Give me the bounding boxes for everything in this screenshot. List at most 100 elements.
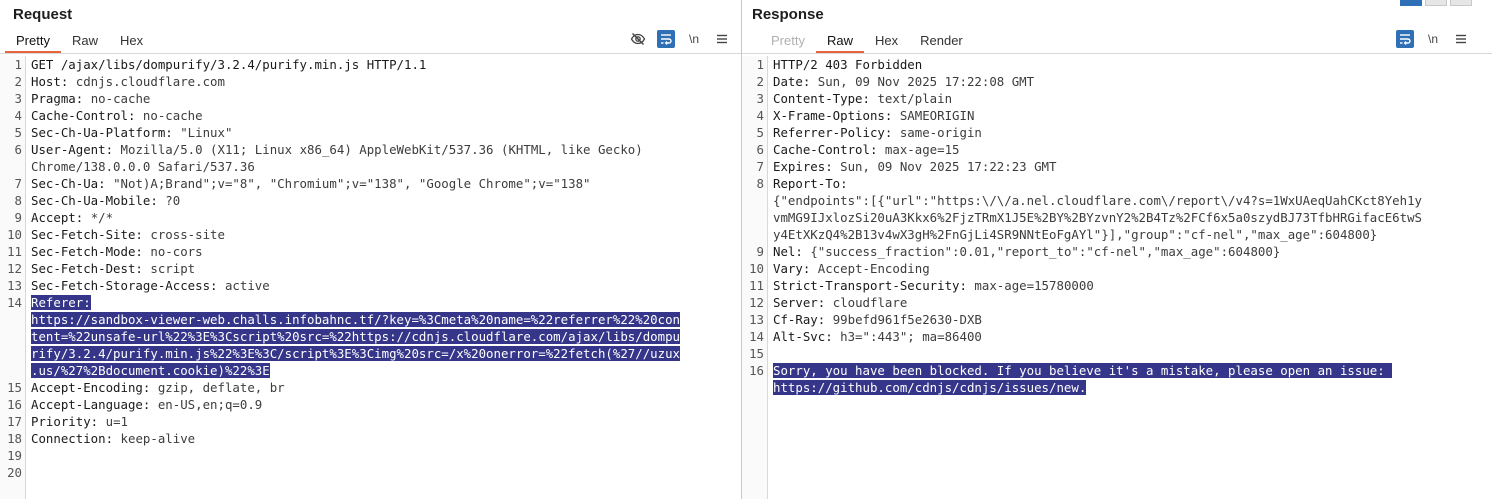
text-row: Host: cdnjs.cloudflare.com <box>31 73 735 90</box>
newline-toggle[interactable]: \n <box>1424 30 1442 48</box>
text-row: User-Agent: Mozilla/5.0 (X11; Linux x86_… <box>31 141 735 158</box>
editor-line[interactable]: 9 Nel: {"success_fraction":0.01,"report_t… <box>742 243 1492 260</box>
header-value: {"success_fraction":0.01,"report_to":"cf… <box>810 244 1281 259</box>
header-value: Accept-Encoding <box>817 261 930 276</box>
editor-line[interactable]: 14 Alt-Svc: h3=":443"; ma=86400 <box>742 328 1492 345</box>
line-content: Sec-Ch-Ua-Mobile: ?0 <box>26 192 741 209</box>
editor-line[interactable]: 4 X-Frame-Options: SAMEORIGIN <box>742 107 1492 124</box>
tab-pretty[interactable]: Pretty <box>5 31 61 53</box>
header-value: "Linux" <box>180 125 233 140</box>
line-number: 17 <box>7 414 22 429</box>
text-row: Cf-Ray: 99befd961f5e2630-DXB <box>773 311 1486 328</box>
header-value: no-cache <box>142 108 203 123</box>
editor-line[interactable]: 11 Strict-Transport-Security: max-age=157… <box>742 277 1492 294</box>
editor-line[interactable]: 4 Cache-Control: no-cache <box>0 107 741 124</box>
header-value: "Not)A;Brand";v="8", "Chromium";v="138",… <box>113 176 591 191</box>
editor-line[interactable]: 13 Sec-Fetch-Storage-Access: active <box>0 277 741 294</box>
line-number: 11 <box>749 278 764 293</box>
layout-buttons <box>1397 0 1472 6</box>
tab-raw[interactable]: Raw <box>61 31 109 53</box>
line-content: Host: cdnjs.cloudflare.com <box>26 73 741 90</box>
hamburger-menu-icon[interactable] <box>1452 30 1470 48</box>
header-value: en-US,en;q=0.9 <box>157 397 263 412</box>
editor-line[interactable]: 10 Vary: Accept-Encoding <box>742 260 1492 277</box>
header-value: https://sandbox-viewer-web.challs.infoba… <box>31 312 681 327</box>
line-number: 14 <box>7 295 22 310</box>
editor-line[interactable]: 16 Accept-Language: en-US,en;q=0.9 <box>0 396 741 413</box>
layout-side-by-side-button[interactable] <box>1400 0 1422 6</box>
editor-line[interactable]: 2 Host: cdnjs.cloudflare.com <box>0 73 741 90</box>
line-number: 5 <box>14 125 22 140</box>
header-value: cloudflare <box>832 295 908 310</box>
editor-line[interactable]: 5 Referrer-Policy: same-origin <box>742 124 1492 141</box>
layout-tabs-button[interactable] <box>1450 0 1472 6</box>
editor-line[interactable]: 12 Sec-Fetch-Dest: script <box>0 260 741 277</box>
text-row: Alt-Svc: h3=":443"; ma=86400 <box>773 328 1486 345</box>
line-content: Report-To: {"endpoints":[{"url":"https:\/… <box>768 175 1492 243</box>
editor-line[interactable]: 7 Expires: Sun, 09 Nov 2025 17:22:23 GMT <box>742 158 1492 175</box>
line-content: Pragma: no-cache <box>26 90 741 107</box>
editor-line[interactable]: 3 Content-Type: text/plain <box>742 90 1492 107</box>
text-row: Sec-Ch-Ua-Platform: "Linux" <box>31 124 735 141</box>
editor-line[interactable]: 6 Cache-Control: max-age=15 <box>742 141 1492 158</box>
editor-line[interactable]: 16 Sorry, you have been blocked. If you b… <box>742 362 1492 396</box>
editor-line[interactable]: 8 Sec-Ch-Ua-Mobile: ?0 <box>0 192 741 209</box>
editor-line[interactable]: 1 HTTP/2 403 Forbidden <box>742 56 1492 73</box>
wrap-lines-icon[interactable] <box>657 30 675 48</box>
text-row: Nel: {"success_fraction":0.01,"report_to… <box>773 243 1486 260</box>
tab-raw[interactable]: Raw <box>815 31 864 53</box>
editor-line[interactable]: 19 <box>0 447 741 464</box>
editor-line[interactable]: 8 Report-To: {"endpoints":[{"url":"https:\… <box>742 175 1492 243</box>
header-value: h3=":443"; ma=86400 <box>840 329 982 344</box>
eye-slash-icon[interactable] <box>629 30 647 48</box>
header-value: keep-alive <box>120 431 196 446</box>
hamburger-menu-icon[interactable] <box>713 30 731 48</box>
tab-render[interactable]: Render <box>909 31 974 53</box>
editor-line[interactable]: 9 Accept: */* <box>0 209 741 226</box>
header-name: Sec-Ch-Ua: <box>31 176 114 191</box>
editor-line[interactable]: 10 Sec-Fetch-Site: cross-site <box>0 226 741 243</box>
header-value: no-cors <box>150 244 203 259</box>
line-number: 1 <box>756 57 764 72</box>
line-number: 13 <box>749 312 764 327</box>
text-row: Vary: Accept-Encoding <box>773 260 1486 277</box>
wrap-lines-icon[interactable] <box>1396 30 1414 48</box>
editor-line[interactable]: 13 Cf-Ray: 99befd961f5e2630-DXB <box>742 311 1492 328</box>
editor-line[interactable]: 1 GET /ajax/libs/dompurify/3.2.4/purify.m… <box>0 56 741 73</box>
editor-line[interactable]: 6 User-Agent: Mozilla/5.0 (X11; Linux x86… <box>0 141 741 175</box>
text-row <box>31 464 735 481</box>
header-name: Sec-Ch-Ua-Mobile: <box>31 193 166 208</box>
line-number: 9 <box>756 244 764 259</box>
layout-top-bottom-button[interactable] <box>1425 0 1447 6</box>
editor-line[interactable]: 20 <box>0 464 741 481</box>
editor-line[interactable]: 11 Sec-Fetch-Mode: no-cors <box>0 243 741 260</box>
response-toolbar: \n <box>1386 30 1470 48</box>
editor-line[interactable]: 14 Referer: https://sandbox-viewer-web.cha… <box>0 294 741 379</box>
editor-line[interactable]: 2 Date: Sun, 09 Nov 2025 17:22:08 GMT <box>742 73 1492 90</box>
line-number: 13 <box>7 278 22 293</box>
editor-line[interactable]: 5 Sec-Ch-Ua-Platform: "Linux" <box>0 124 741 141</box>
editor-line[interactable]: 18 Connection: keep-alive <box>0 430 741 447</box>
text-row: Accept-Encoding: gzip, deflate, br <box>31 379 735 396</box>
line-content: Sec-Ch-Ua-Platform: "Linux" <box>26 124 741 141</box>
request-panel: Request Pretty Raw Hex \n 1 GET /ajax/libs/… <box>0 0 741 499</box>
response-tabs: Pretty Raw Hex Render <box>760 31 974 53</box>
editor-line[interactable]: 15 <box>742 345 1492 362</box>
line-number: 6 <box>14 142 22 157</box>
text-row: Sec-Ch-Ua: "Not)A;Brand";v="8", "Chromiu… <box>31 175 735 192</box>
request-editor[interactable]: 1 GET /ajax/libs/dompurify/3.2.4/purify.m… <box>0 56 741 499</box>
editor-line[interactable]: 3 Pragma: no-cache <box>0 90 741 107</box>
editor-line[interactable]: 17 Priority: u=1 <box>0 413 741 430</box>
editor-line[interactable]: 12 Server: cloudflare <box>742 294 1492 311</box>
newline-toggle[interactable]: \n <box>685 30 703 48</box>
tab-hex[interactable]: Hex <box>109 31 154 53</box>
tab-hex[interactable]: Hex <box>864 31 909 53</box>
line-content: Strict-Transport-Security: max-age=15780… <box>768 277 1492 294</box>
line-content <box>26 464 741 481</box>
response-editor[interactable]: 1 HTTP/2 403 Forbidden 2 Date: Sun, 09 Nov … <box>742 56 1492 499</box>
line-number: 6 <box>756 142 764 157</box>
line-content: Sec-Fetch-Site: cross-site <box>26 226 741 243</box>
editor-line[interactable]: 15 Accept-Encoding: gzip, deflate, br <box>0 379 741 396</box>
editor-line[interactable]: 7 Sec-Ch-Ua: "Not)A;Brand";v="8", "Chromi… <box>0 175 741 192</box>
line-content: Sec-Fetch-Mode: no-cors <box>26 243 741 260</box>
